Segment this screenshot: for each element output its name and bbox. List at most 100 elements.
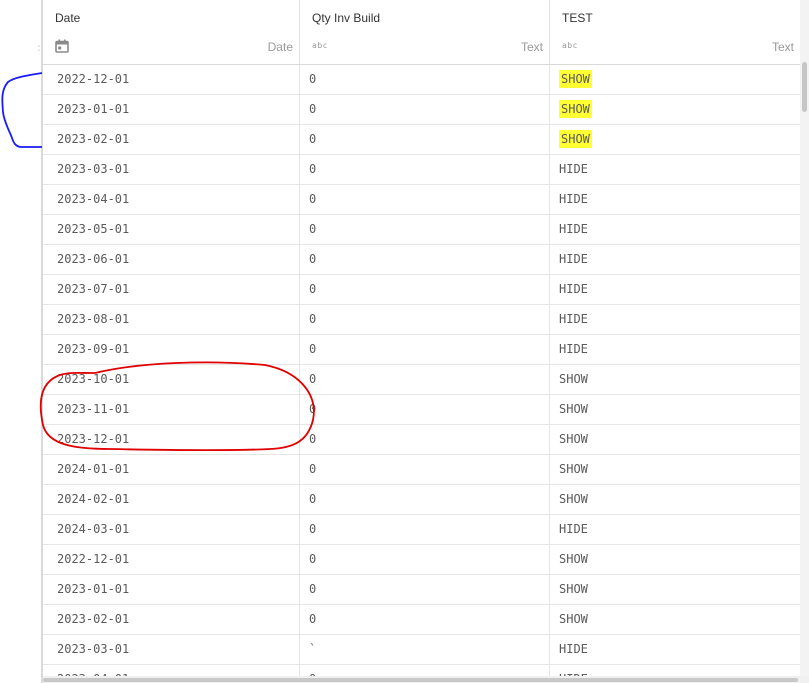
- test-cell[interactable]: HIDE: [550, 245, 800, 274]
- table-row[interactable]: 2023-01-01 0 SHOW: [43, 95, 800, 125]
- table-row[interactable]: 2023-11-01 0 SHOW: [43, 395, 800, 425]
- date-cell[interactable]: 2022-12-01: [43, 65, 300, 94]
- qty-cell[interactable]: 0: [300, 485, 550, 514]
- column-header-qty-inv-build[interactable]: Qty Inv Build abc Text: [300, 0, 550, 64]
- test-cell[interactable]: HIDE: [550, 335, 800, 364]
- test-value: SHOW: [559, 432, 588, 446]
- column-header-test[interactable]: TEST abc Text: [550, 0, 800, 64]
- qty-cell[interactable]: 0: [300, 95, 550, 124]
- qty-cell[interactable]: 0: [300, 425, 550, 454]
- date-cell[interactable]: 2023-11-01: [43, 395, 300, 424]
- date-cell[interactable]: 2023-12-01: [43, 425, 300, 454]
- table-row[interactable]: 2023-05-01 0 HIDE: [43, 215, 800, 245]
- table-row[interactable]: 2023-03-01 0 HIDE: [43, 155, 800, 185]
- date-cell[interactable]: 2024-01-01: [43, 455, 300, 484]
- table-row[interactable]: 2023-10-01 0 SHOW: [43, 365, 800, 395]
- table-row[interactable]: 2023-01-01 0 SHOW: [43, 575, 800, 605]
- date-cell[interactable]: 2023-03-01: [43, 635, 300, 664]
- test-cell[interactable]: SHOW: [550, 65, 800, 94]
- test-cell[interactable]: HIDE: [550, 515, 800, 544]
- test-cell[interactable]: HIDE: [550, 155, 800, 184]
- test-cell[interactable]: HIDE: [550, 665, 800, 676]
- date-cell[interactable]: 2023-05-01: [43, 215, 300, 244]
- qty-cell[interactable]: `: [300, 635, 550, 664]
- qty-cell[interactable]: 0: [300, 305, 550, 334]
- qty-cell[interactable]: 0: [300, 515, 550, 544]
- test-cell[interactable]: SHOW: [550, 365, 800, 394]
- date-cell[interactable]: 2023-07-01: [43, 275, 300, 304]
- date-cell[interactable]: 2023-04-01: [43, 185, 300, 214]
- qty-cell[interactable]: 0: [300, 185, 550, 214]
- column-header-date[interactable]: Date Date: [43, 0, 300, 64]
- qty-cell[interactable]: 0: [300, 545, 550, 574]
- date-cell[interactable]: 2023-03-01: [43, 155, 300, 184]
- qty-cell[interactable]: 0: [300, 65, 550, 94]
- date-cell[interactable]: 2023-04-01: [43, 665, 300, 676]
- table-row[interactable]: 2024-03-01 0 HIDE: [43, 515, 800, 545]
- qty-cell[interactable]: 0: [300, 575, 550, 604]
- column-type-label: Text: [520, 40, 543, 54]
- left-margin: [0, 0, 42, 683]
- date-cell[interactable]: 2023-02-01: [43, 125, 300, 154]
- table-row[interactable]: 2022-12-01 0 SHOW: [43, 65, 800, 95]
- date-cell[interactable]: 2023-06-01: [43, 245, 300, 274]
- table-row[interactable]: 2023-08-01 0 HIDE: [43, 305, 800, 335]
- test-cell[interactable]: SHOW: [550, 395, 800, 424]
- date-cell[interactable]: 2023-01-01: [43, 95, 300, 124]
- qty-cell[interactable]: 0: [300, 455, 550, 484]
- qty-cell[interactable]: 0: [300, 665, 550, 676]
- table-row[interactable]: 2024-02-01 0 SHOW: [43, 485, 800, 515]
- date-cell[interactable]: 2023-08-01: [43, 305, 300, 334]
- table-row[interactable]: 2022-12-01 0 SHOW: [43, 545, 800, 575]
- qty-cell[interactable]: 0: [300, 365, 550, 394]
- qty-cell[interactable]: 0: [300, 215, 550, 244]
- horizontal-scrollbar-thumb[interactable]: [43, 678, 798, 682]
- test-value: SHOW: [559, 372, 588, 386]
- date-cell[interactable]: 2023-01-01: [43, 575, 300, 604]
- date-cell[interactable]: 2022-12-01: [43, 545, 300, 574]
- vertical-scrollbar-thumb[interactable]: [802, 62, 807, 112]
- test-value: SHOW: [559, 612, 588, 626]
- table-row[interactable]: 2023-07-01 0 HIDE: [43, 275, 800, 305]
- table-row[interactable]: 2023-06-01 0 HIDE: [43, 245, 800, 275]
- test-cell[interactable]: HIDE: [550, 305, 800, 334]
- qty-cell[interactable]: 0: [300, 155, 550, 184]
- date-cell[interactable]: 2023-09-01: [43, 335, 300, 364]
- qty-cell[interactable]: 0: [300, 335, 550, 364]
- test-cell[interactable]: HIDE: [550, 215, 800, 244]
- table-row[interactable]: 2023-04-010HIDE: [43, 185, 800, 215]
- table-row[interactable]: 2023-09-01 0 HIDE: [43, 335, 800, 365]
- table-row[interactable]: 2023-02-01 0 SHOW: [43, 125, 800, 155]
- calendar-icon: [55, 38, 69, 57]
- test-cell[interactable]: HIDE: [550, 275, 800, 304]
- test-cell[interactable]: SHOW: [550, 605, 800, 634]
- table-row[interactable]: 2023-03-01 ` HIDE: [43, 635, 800, 665]
- date-cell[interactable]: 2024-02-01: [43, 485, 300, 514]
- table-row[interactable]: 2023-04-010HIDE: [43, 665, 800, 676]
- qty-cell[interactable]: 0: [300, 605, 550, 634]
- test-cell[interactable]: SHOW: [550, 125, 800, 154]
- test-cell[interactable]: SHOW: [550, 545, 800, 574]
- vertical-scrollbar[interactable]: [800, 0, 809, 676]
- date-cell[interactable]: 2023-02-01: [43, 605, 300, 634]
- qty-cell[interactable]: 0: [300, 245, 550, 274]
- qty-cell[interactable]: 0: [300, 275, 550, 304]
- test-cell[interactable]: SHOW: [550, 425, 800, 454]
- qty-cell[interactable]: 0: [300, 125, 550, 154]
- test-cell[interactable]: SHOW: [550, 455, 800, 484]
- qty-cell[interactable]: 0: [300, 395, 550, 424]
- date-cell[interactable]: 2024-03-01: [43, 515, 300, 544]
- test-value: HIDE: [559, 522, 588, 536]
- horizontal-scrollbar[interactable]: [43, 676, 809, 683]
- test-cell[interactable]: HIDE: [550, 185, 800, 214]
- table-row[interactable]: 2024-01-01 0 SHOW: [43, 455, 800, 485]
- test-cell[interactable]: SHOW: [550, 485, 800, 514]
- test-value: SHOW: [559, 130, 592, 148]
- date-cell[interactable]: 2023-10-01: [43, 365, 300, 394]
- test-cell[interactable]: SHOW: [550, 95, 800, 124]
- column-title: Date: [55, 11, 81, 25]
- table-row[interactable]: 2023-02-01 0 SHOW: [43, 605, 800, 635]
- table-row[interactable]: 2023-12-01 0 SHOW: [43, 425, 800, 455]
- test-cell[interactable]: HIDE: [550, 635, 800, 664]
- test-cell[interactable]: SHOW: [550, 575, 800, 604]
